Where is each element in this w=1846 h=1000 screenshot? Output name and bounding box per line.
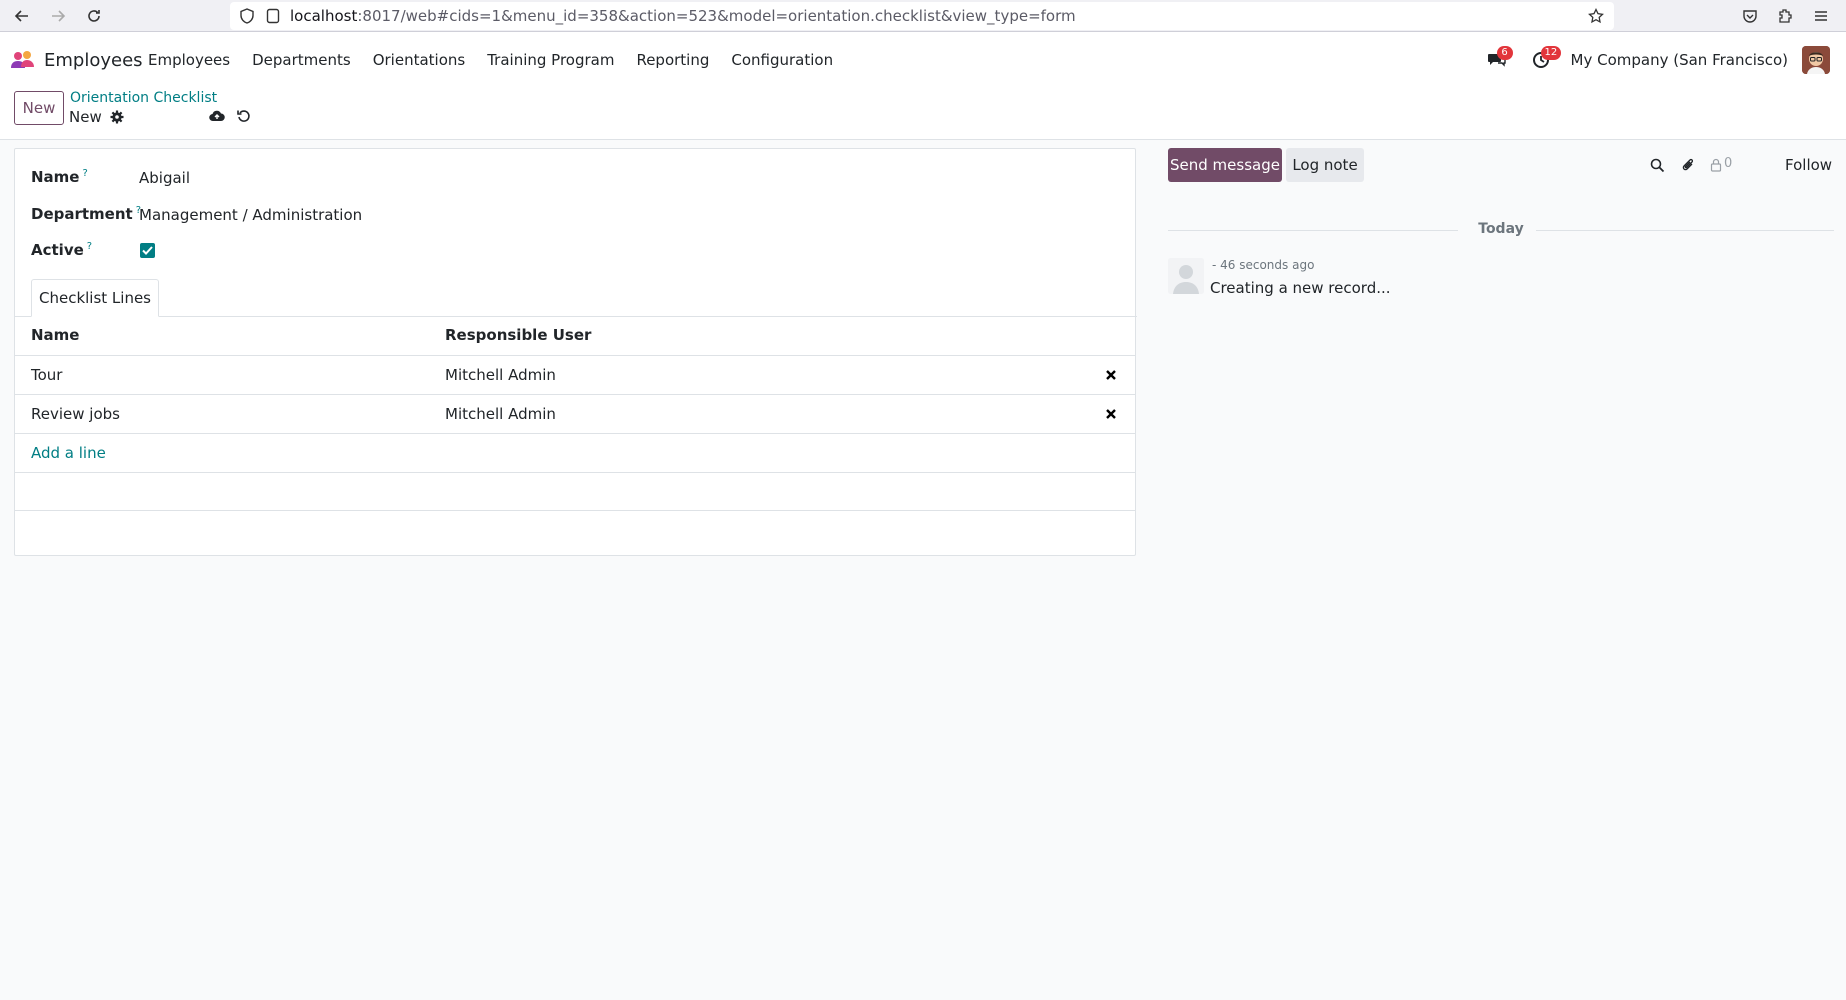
line-user[interactable]: Mitchell Admin — [445, 366, 556, 384]
app-menu-icon[interactable] — [1809, 4, 1833, 28]
follow-button[interactable]: Follow — [1785, 156, 1832, 174]
name-help-icon[interactable]: ? — [82, 168, 87, 179]
forward-icon[interactable] — [46, 4, 70, 28]
menu-employees[interactable]: Employees — [137, 51, 241, 69]
tab-checklist-lines[interactable]: Checklist Lines — [31, 279, 159, 317]
company-switcher[interactable]: My Company (San Francisco) — [1571, 51, 1788, 69]
app-brand[interactable]: Employees — [10, 32, 143, 88]
control-panel: New Orientation Checklist New — [0, 88, 1846, 140]
department-label-text: Department — [31, 205, 133, 223]
activities-tray[interactable]: 12 — [1527, 46, 1562, 74]
save-cloud-icon[interactable] — [207, 106, 227, 126]
url-host: localhost — [290, 7, 358, 25]
delete-line-icon[interactable] — [1103, 367, 1119, 383]
delete-line-icon[interactable] — [1103, 406, 1119, 422]
menu-training-program[interactable]: Training Program — [476, 51, 625, 69]
line-user[interactable]: Mitchell Admin — [445, 405, 556, 423]
main-navbar: Employees Employees Departments Orientat… — [0, 32, 1846, 88]
message-body: Creating a new record... — [1210, 279, 1391, 297]
systray: 6 12 My Company (San Francisco) — [1483, 32, 1846, 88]
empty-row — [15, 472, 1135, 511]
log-note-button[interactable]: Log note — [1286, 148, 1364, 182]
add-line-row: Add a line — [15, 433, 1135, 472]
message-timestamp: - 46 seconds ago — [1212, 258, 1315, 272]
follower-count[interactable]: 0 — [1724, 156, 1732, 171]
user-avatar[interactable] — [1802, 46, 1830, 74]
messages-tray[interactable]: 6 — [1483, 46, 1513, 74]
menu-departments[interactable]: Departments — [241, 51, 362, 69]
day-separator: Today — [1168, 220, 1834, 240]
department-field[interactable]: Management / Administration — [139, 206, 362, 224]
new-record-button[interactable]: New — [14, 91, 64, 125]
line-name[interactable]: Review jobs — [31, 405, 120, 423]
employees-app-icon — [10, 50, 36, 70]
lock-icon[interactable] — [1707, 156, 1725, 174]
table-row[interactable]: Tour Mitchell Admin — [15, 355, 1135, 394]
gear-icon[interactable] — [110, 110, 124, 124]
active-label-text: Active — [31, 241, 84, 259]
menu-orientations[interactable]: Orientations — [362, 51, 477, 69]
table-row[interactable]: Review jobs Mitchell Admin — [15, 394, 1135, 433]
active-help-icon[interactable]: ? — [87, 241, 92, 252]
pocket-icon[interactable] — [1738, 4, 1762, 28]
column-header-name[interactable]: Name — [31, 326, 79, 344]
name-label-text: Name — [31, 168, 80, 186]
messages-badge: 6 — [1496, 46, 1513, 60]
line-name[interactable]: Tour — [31, 366, 62, 384]
active-label: Active? — [31, 241, 92, 259]
breadcrumb-orientation-checklist[interactable]: Orientation Checklist — [70, 90, 217, 106]
record-title: New — [69, 108, 124, 126]
author-avatar[interactable] — [1168, 258, 1204, 294]
shield-icon — [240, 8, 254, 24]
menu-reporting[interactable]: Reporting — [625, 51, 720, 69]
add-line-link[interactable]: Add a line — [31, 444, 106, 462]
address-bar[interactable]: localhost:8017/web#cids=1&menu_id=358&ac… — [230, 2, 1614, 30]
discard-changes-icon[interactable] — [234, 106, 254, 126]
name-label: Name? — [31, 168, 88, 186]
url-text: localhost:8017/web#cids=1&menu_id=358&ac… — [290, 7, 1076, 25]
page-icon — [266, 8, 280, 24]
form-sheet: Name? Abigail Department? Management / A… — [14, 148, 1137, 556]
url-path: :8017/web#cids=1&menu_id=358&action=523&… — [357, 7, 1076, 25]
top-menu: Employees Departments Orientations Train… — [137, 32, 844, 88]
back-icon[interactable] — [10, 4, 34, 28]
record-title-text: New — [69, 108, 102, 126]
activities-badge: 12 — [1540, 46, 1562, 60]
department-label: Department? — [31, 205, 141, 223]
paperclip-icon[interactable] — [1679, 156, 1697, 174]
empty-row — [15, 510, 1135, 549]
reload-icon[interactable] — [82, 4, 106, 28]
bookmark-star-icon[interactable] — [1588, 8, 1604, 24]
send-message-button[interactable]: Send message — [1168, 148, 1282, 182]
browser-toolbar: localhost:8017/web#cids=1&menu_id=358&ac… — [0, 0, 1846, 32]
extensions-icon[interactable] — [1773, 4, 1797, 28]
app-name: Employees — [44, 49, 143, 71]
menu-configuration[interactable]: Configuration — [720, 51, 844, 69]
column-header-responsible-user[interactable]: Responsible User — [445, 326, 591, 344]
day-label: Today — [1478, 221, 1524, 237]
name-field[interactable]: Abigail — [139, 169, 190, 187]
notebook-tabs: Checklist Lines — [15, 279, 1137, 317]
search-icon[interactable] — [1648, 156, 1666, 174]
active-checkbox[interactable] — [140, 243, 155, 258]
